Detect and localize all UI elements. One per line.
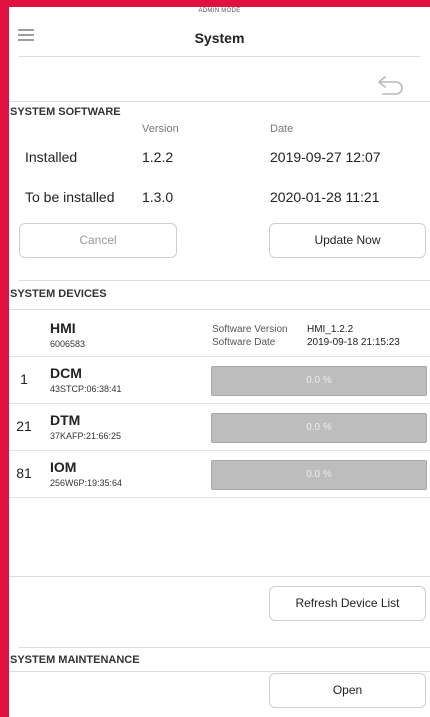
device-index: 1	[20, 371, 28, 387]
devices-section-title: SYSTEM DEVICES	[10, 288, 107, 300]
software-date-label: Software Date	[212, 337, 276, 348]
device-id: 256W6P:19:35:64	[50, 478, 123, 488]
software-date-value: 2019-09-18 21:15:23	[307, 337, 400, 348]
top-bar: System	[9, 15, 430, 59]
progress-text: 0.0 %	[306, 422, 332, 433]
devices-footer-divider	[9, 576, 430, 577]
device-id: 6006583	[50, 339, 86, 349]
installed-date: 2019-09-27 12:07	[270, 149, 381, 165]
device-name: DCM	[50, 365, 82, 381]
app-frame: ADMIN MODE System SYSTEM SOFTWARE Versio…	[9, 7, 430, 717]
date-column-header: Date	[270, 123, 294, 135]
device-name: DTM	[50, 412, 81, 428]
device-id: 37KAFP:21:66:25	[50, 431, 122, 441]
device-name: IOM	[50, 459, 77, 475]
devices-section-divider	[19, 280, 430, 281]
to-be-installed-version: 1.3.0	[142, 189, 174, 205]
device-row-iom: 81 IOM 256W6P:19:35:64 0.0 %	[9, 451, 430, 498]
open-button[interactable]: Open	[269, 673, 426, 708]
software-version-label: Software Version	[212, 324, 288, 335]
installed-label: Installed	[25, 149, 78, 165]
device-row-dtm: 21 DTM 37KAFP:21:66:25 0.0 %	[9, 404, 430, 451]
back-arrow-icon[interactable]	[376, 74, 406, 96]
device-progress-bar: 0.0 %	[211, 460, 427, 490]
device-name: HMI	[50, 320, 76, 336]
device-row-dcm: 1 DCM 43STCP:06:38:41 0.0 %	[9, 357, 430, 404]
device-index: 21	[16, 418, 32, 434]
progress-text: 0.0 %	[306, 375, 332, 386]
update-now-button[interactable]: Update Now	[269, 223, 426, 258]
progress-text: 0.0 %	[306, 469, 332, 480]
installed-version: 1.2.2	[142, 149, 174, 165]
to-be-installed-date: 2020-01-28 11:21	[270, 189, 380, 205]
maintenance-header-divider	[9, 671, 430, 672]
device-row-hmi: HMI 6006583 Software Version HMI_1.2.2 S…	[9, 310, 430, 357]
cancel-button[interactable]: Cancel	[19, 223, 177, 258]
device-progress-bar: 0.0 %	[211, 413, 427, 443]
version-column-header: Version	[142, 123, 179, 135]
device-progress-bar: 0.0 %	[211, 366, 427, 396]
page-title: System	[194, 30, 245, 46]
maintenance-section-title: SYSTEM MAINTENANCE	[10, 654, 140, 666]
software-section-title: SYSTEM SOFTWARE	[10, 106, 121, 118]
admin-mode-banner: ADMIN MODE	[198, 8, 241, 14]
device-index: 81	[16, 465, 32, 481]
software-version-value: HMI_1.2.2	[307, 324, 354, 335]
maintenance-section-divider	[19, 647, 430, 648]
header-divider	[19, 56, 420, 57]
refresh-device-list-button[interactable]: Refresh Device List	[269, 586, 426, 621]
software-section-divider	[9, 101, 430, 102]
device-id: 43STCP:06:38:41	[50, 384, 122, 394]
to-be-installed-label: To be installed	[25, 189, 115, 205]
row-divider	[9, 497, 430, 498]
